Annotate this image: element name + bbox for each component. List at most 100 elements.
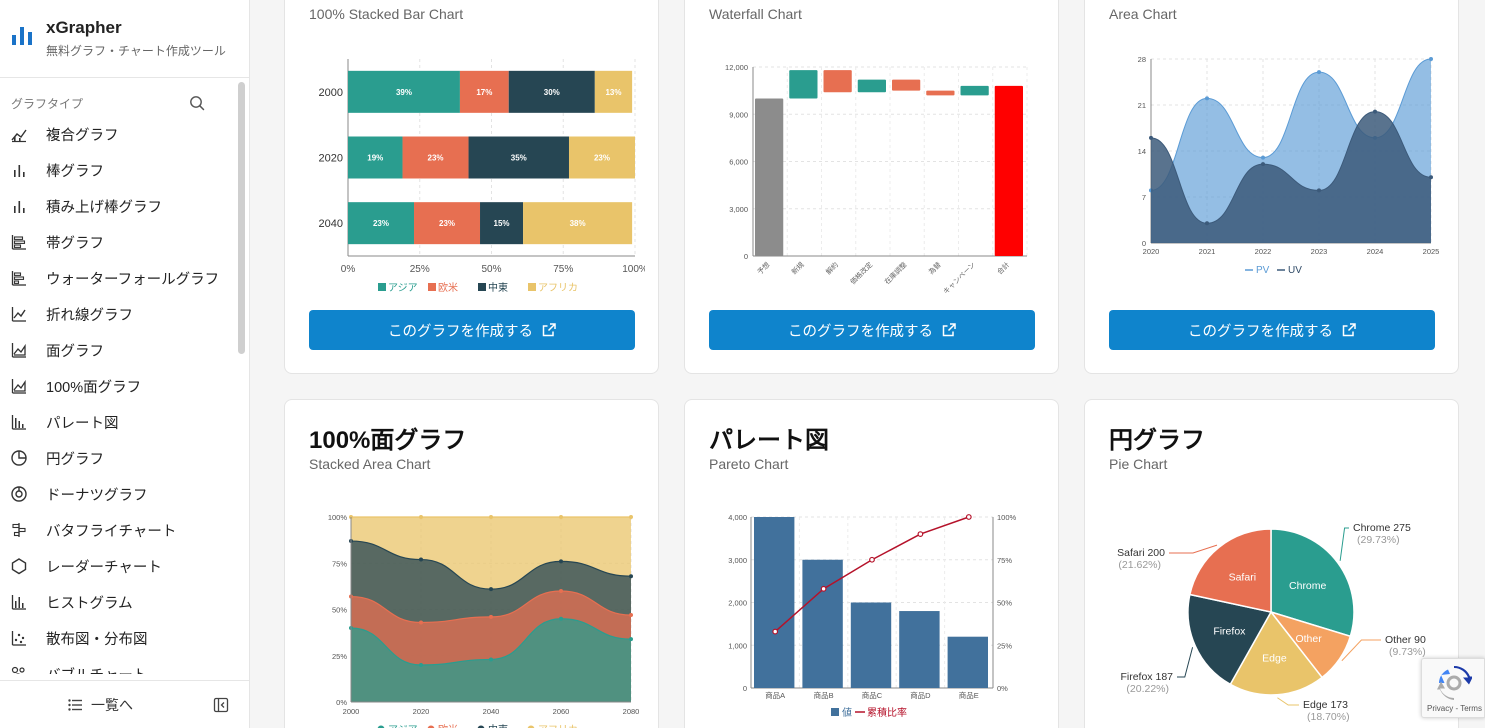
sidebar-item[interactable]: ヒストグラム	[0, 584, 234, 620]
line-chart-icon	[11, 307, 26, 322]
y-tick-label: 1,000	[728, 641, 747, 650]
sidebar-item[interactable]: ウォーターフォールグラフ	[0, 260, 234, 296]
callout-line	[1169, 544, 1218, 554]
data-point	[419, 620, 423, 625]
y-tick-label: 0%	[336, 698, 347, 707]
sidebar-item-label: 複合グラフ	[46, 127, 119, 144]
legend-label: 累積比率	[867, 706, 907, 719]
y-tick-label: 9,000	[729, 110, 748, 119]
sidebar-item[interactable]: 帯グラフ	[0, 224, 234, 260]
sidebar: xGrapher 無料グラフ・チャート作成ツール グラフタイプ 複合グラフ 棒グラ…	[0, 0, 250, 728]
card-subtitle: Pareto Chart	[709, 456, 789, 472]
data-point	[629, 613, 633, 618]
data-point	[869, 556, 875, 563]
sidebar-item-label: 折れ線グラフ	[46, 307, 133, 324]
sidebar-item[interactable]: 散布図・分布図	[0, 620, 234, 656]
data-point	[419, 557, 423, 562]
card-title: 円グラフ	[1109, 427, 1205, 454]
pareto-bar	[947, 636, 988, 688]
y-tick-label: 14	[1138, 147, 1146, 156]
sidebar-item[interactable]: バブルチャート	[0, 656, 234, 674]
card-title: パレート図	[709, 427, 829, 454]
waterfall-bar	[789, 70, 818, 99]
logo-bar-chart-icon	[12, 27, 32, 45]
create-chart-button[interactable]: このグラフを作成する	[309, 310, 635, 350]
stacked-bar-chart: 0% 25% 50% 75% 100% 2000 39% 17% 30% 13% 2020 19% 23…	[319, 59, 645, 294]
callout-label: Other 90	[1385, 634, 1426, 646]
slice-label: Other	[1295, 633, 1322, 645]
card-subtitle: Waterfall Chart	[709, 6, 802, 22]
search-icon[interactable]	[189, 95, 205, 111]
data-point	[820, 585, 827, 592]
sidebar-item-label: 100%面グラフ	[46, 379, 142, 396]
collapse-sidebar-icon[interactable]	[213, 697, 229, 713]
y-tick-label: 2000	[319, 87, 343, 99]
data-label: 13%	[605, 88, 621, 97]
sidebar-item[interactable]: ドーナツグラフ	[0, 476, 234, 512]
nav-list: 複合グラフ棒グラフ積み上げ棒グラフ 帯グラフウォーターフォールグラフ 折れ線グラフ面…	[0, 116, 234, 674]
card-subtitle: Stacked Area Chart	[309, 456, 431, 472]
sidebar-item[interactable]: バタフライチャート	[0, 512, 234, 548]
section-label: グラフタイプ	[11, 97, 84, 111]
external-link-icon	[542, 323, 556, 337]
card-pie: 円グラフ Pie Chart Chrome Chrome 275 (29.73%) O…	[1084, 399, 1459, 728]
sidebar-item[interactable]: レーダーチャート	[0, 548, 234, 584]
x-tick-label: 0%	[341, 264, 356, 275]
sidebar-item[interactable]: 折れ線グラフ	[0, 296, 234, 332]
sidebar-item[interactable]: 積み上げ棒グラフ	[0, 188, 234, 224]
x-tick-label: 商品D	[910, 690, 931, 700]
scrollbar-thumb[interactable]	[238, 82, 245, 354]
list-button-label: 一覧へ	[91, 697, 133, 713]
radar-icon	[11, 558, 27, 575]
sidebar-item-label: ウォーターフォールグラフ	[46, 271, 220, 288]
sidebar-item[interactable]: 複合グラフ	[0, 116, 234, 152]
legend-swatch	[831, 708, 839, 716]
sidebar-item[interactable]: 100%面グラフ	[0, 368, 234, 404]
x-tick-label: キャンペーン	[942, 261, 977, 296]
pareto-bar	[754, 517, 795, 688]
sidebar-item[interactable]: パレート図	[0, 404, 234, 440]
sidebar-item[interactable]: 円グラフ	[0, 440, 234, 476]
sidebar-item-label: 面グラフ	[46, 343, 104, 360]
pareto-bar	[802, 559, 843, 688]
create-chart-button[interactable]: このグラフを作成する	[709, 310, 1035, 350]
sidebar-item-label: 棒グラフ	[46, 163, 104, 180]
donut-chart-icon	[11, 486, 27, 502]
card-pareto: パレート図 Pareto Chart 0 0% 1,000 25% 2,000 50% 3,…	[684, 399, 1059, 728]
combo-chart-icon	[11, 129, 27, 143]
x-tick-label: 2024	[1367, 247, 1384, 256]
data-label: 23%	[428, 154, 444, 163]
data-point	[1317, 70, 1321, 75]
app: xGrapher 無料グラフ・チャート作成ツール グラフタイプ 複合グラフ 棒グラ…	[0, 0, 1485, 728]
y-tick-label: 3,000	[729, 205, 748, 214]
sidebar-scrollbar[interactable]	[237, 80, 246, 674]
sidebar-item[interactable]: 棒グラフ	[0, 152, 234, 188]
pareto-bar	[899, 611, 940, 688]
data-label: 38%	[570, 219, 586, 228]
stacked-bar-icon	[14, 201, 25, 213]
data-point	[772, 628, 779, 635]
sidebar-item-label: バブルチャート	[46, 664, 147, 675]
data-point	[559, 616, 563, 621]
x-tick-label: 25%	[410, 264, 430, 275]
list-icon	[68, 699, 82, 711]
list-button[interactable]: 一覧へ	[68, 695, 133, 715]
waterfall-chart: 0 3,000 6,000 9,000 12,000 予想 新規 解約 価格改定 在庫調整 為替 キャ…	[725, 63, 1028, 296]
sidebar-item[interactable]: 面グラフ	[0, 332, 234, 368]
slice-label: Edge	[1262, 653, 1287, 665]
slice-label: Firefox	[1213, 626, 1246, 638]
callout-line	[1177, 647, 1194, 678]
x-tick-label: 2022	[1255, 247, 1272, 256]
create-chart-button[interactable]: このグラフを作成する	[1109, 310, 1435, 350]
recaptcha-text[interactable]: Privacy - Terms	[1427, 704, 1482, 713]
waterfall-bar	[960, 85, 989, 96]
x-tick-label: 商品E	[959, 690, 979, 700]
data-point	[559, 589, 563, 593]
y-tick-label: 28	[1138, 55, 1146, 64]
recaptcha-badge[interactable]: Privacy - Terms	[1421, 658, 1485, 718]
card-subtitle: 100% Stacked Bar Chart	[309, 6, 464, 22]
create-chart-button-label: このグラフを作成する	[788, 323, 933, 340]
brand-title[interactable]: xGrapher	[46, 18, 122, 38]
data-point	[419, 515, 423, 519]
x-tick-label: 50%	[481, 264, 501, 275]
